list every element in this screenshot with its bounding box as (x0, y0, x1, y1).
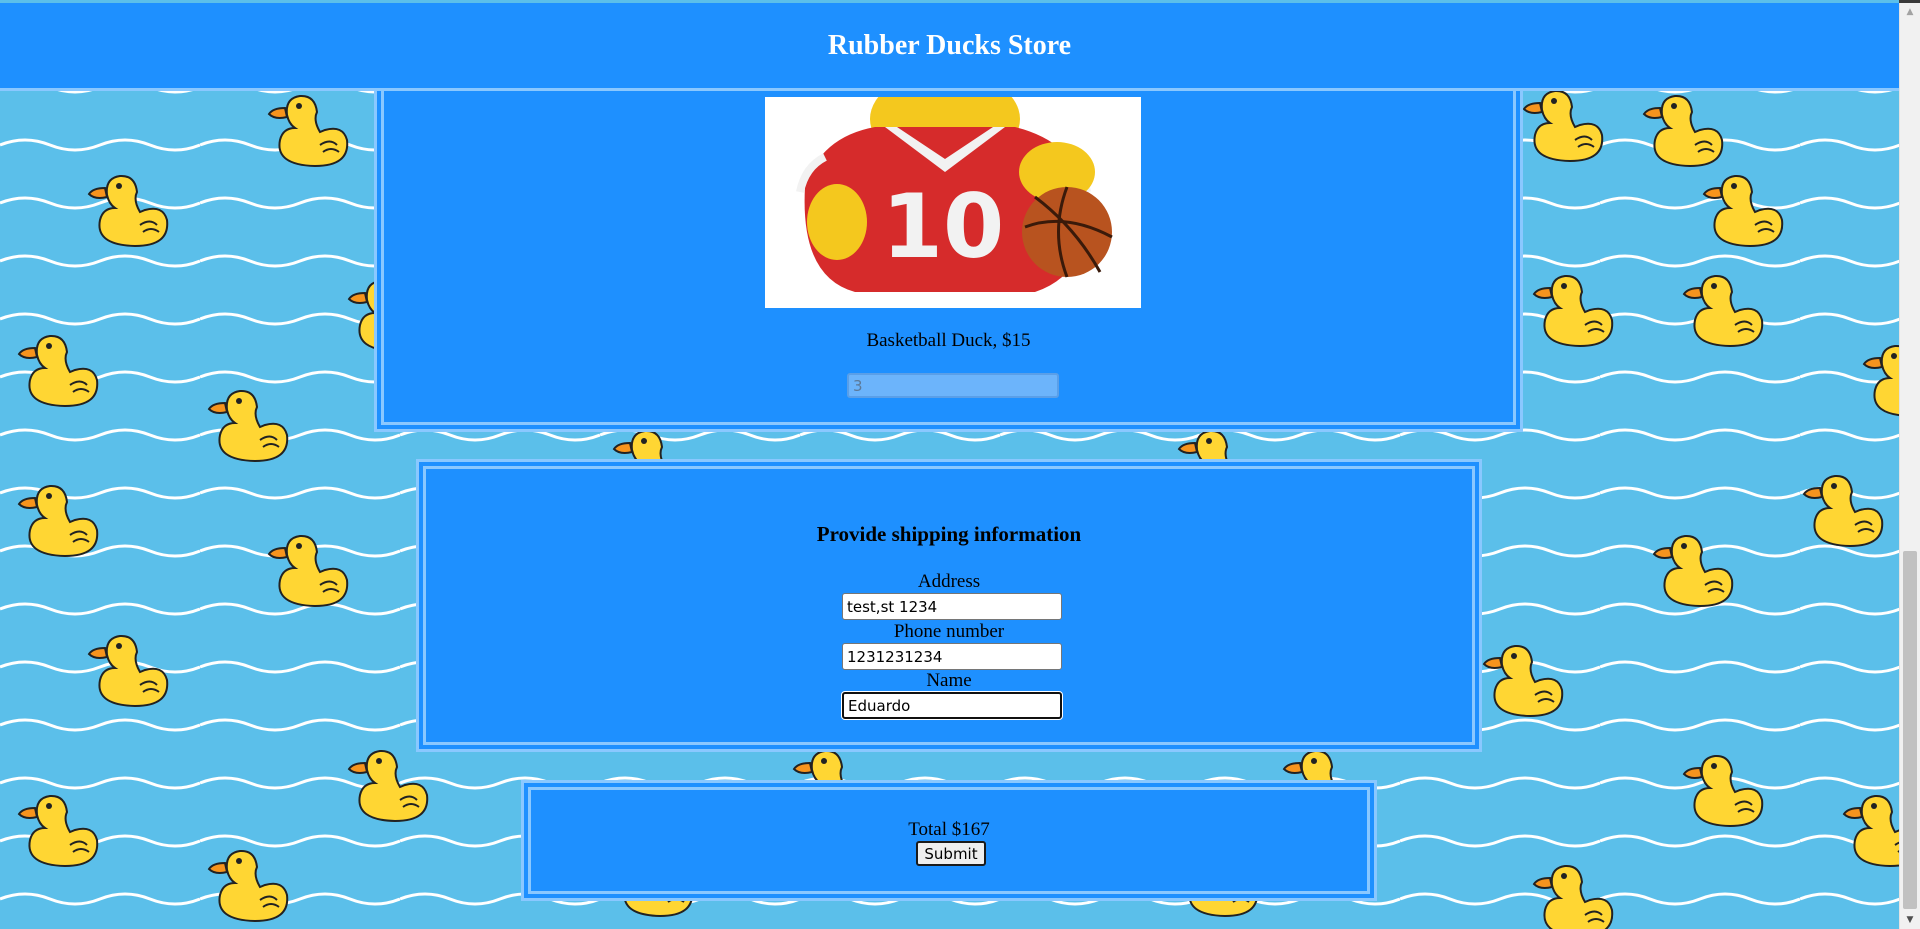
duck-decoration-icon (1702, 174, 1784, 248)
product-card: 10 Basketball Duck, $15 (374, 60, 1523, 432)
address-field[interactable] (842, 593, 1062, 620)
scroll-up-arrow-icon[interactable]: ▲ (1900, 3, 1920, 21)
address-label: Address (917, 571, 981, 592)
page-scrollbar[interactable]: ▲ ▼ (1899, 3, 1920, 929)
name-field[interactable] (842, 692, 1062, 719)
duck-decoration-icon (1482, 644, 1564, 718)
duck-decoration-icon (1682, 274, 1764, 348)
duck-decoration-icon (1682, 754, 1764, 828)
duck-decoration-icon (267, 94, 349, 168)
product-name-price: Basketball Duck, $15 (866, 330, 1031, 351)
duck-decoration-icon (17, 334, 99, 408)
phone-label: Phone number (893, 621, 1005, 642)
phone-field[interactable] (842, 643, 1062, 670)
page-background: 10 Basketball Duck, $15 Provide shipping… (0, 0, 1899, 929)
jersey-number: 10 (882, 175, 1004, 278)
scrollbar-thumb[interactable] (1903, 551, 1917, 909)
duck-decoration-icon (1532, 274, 1614, 348)
order-total: Total $167 (908, 819, 990, 840)
duck-decoration-icon (1842, 794, 1899, 868)
duck-decoration-icon (1642, 94, 1724, 168)
duck-decoration-icon (1652, 534, 1734, 608)
shipping-form: Provide shipping information Address Pho… (416, 459, 1482, 752)
scroll-down-arrow-icon[interactable]: ▼ (1900, 911, 1920, 929)
name-label: Name (926, 670, 972, 691)
product-image: 10 (765, 97, 1141, 308)
duck-decoration-icon (1802, 474, 1884, 548)
shipping-heading: Provide shipping information (816, 522, 1082, 546)
duck-decoration-icon (347, 749, 429, 823)
duck-decoration-icon (1532, 864, 1614, 929)
duck-decoration-icon (17, 484, 99, 558)
duck-decoration-icon (1522, 89, 1604, 163)
quantity-input[interactable] (847, 373, 1059, 398)
store-title: Rubber Ducks Store (827, 29, 1072, 61)
duck-decoration-icon (267, 534, 349, 608)
duck-decoration-icon (207, 849, 289, 923)
duck-decoration-icon (1862, 344, 1899, 417)
basketball-duck-image: 10 (765, 97, 1141, 308)
submit-button[interactable]: Submit (916, 841, 986, 866)
duck-decoration-icon (87, 634, 169, 708)
order-summary: Total $167 Submit (521, 780, 1377, 901)
site-header: Rubber Ducks Store (0, 3, 1899, 91)
duck-decoration-icon (207, 389, 289, 463)
duck-decoration-icon (17, 794, 99, 868)
duck-decoration-icon (87, 174, 169, 248)
